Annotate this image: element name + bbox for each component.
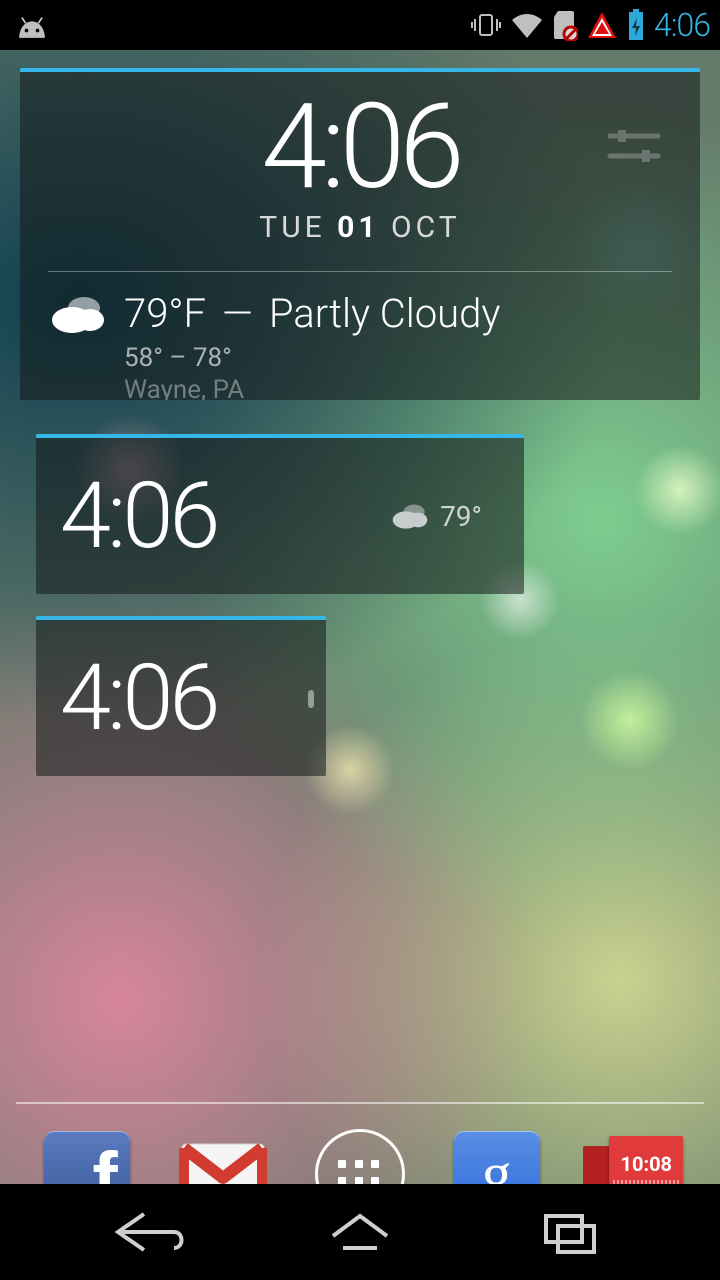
widget-medium-temp: 79°	[440, 500, 482, 533]
status-bar: 4:06	[0, 0, 720, 50]
vibrate-icon	[470, 9, 502, 41]
navigation-bar	[0, 1184, 720, 1280]
clock-widget-small[interactable]: 4:06	[36, 616, 326, 776]
home-button[interactable]	[300, 1202, 420, 1262]
android-notification-icon	[10, 10, 54, 40]
widget-divider	[48, 271, 672, 272]
weather-sep: —	[222, 290, 253, 337]
widget-medium-weather: 79°	[390, 500, 482, 533]
weather-range: 58° – 78°	[124, 343, 672, 373]
back-button[interactable]	[90, 1202, 210, 1262]
status-right: 4:06	[470, 6, 710, 44]
dock-divider	[16, 1102, 704, 1104]
partly-cloudy-icon	[390, 501, 430, 531]
clock-weather-widget-large[interactable]: 4:06 TUE 01 OCT 79°F — Partly Cloudy	[20, 68, 700, 400]
weather-location: Wayne, PA	[124, 375, 672, 400]
status-left	[10, 10, 54, 40]
widget-medium-time: 4:06	[60, 463, 216, 570]
widget-small-time: 4:06	[60, 645, 216, 752]
battery-charging-icon	[626, 8, 646, 42]
wifi-icon	[510, 10, 544, 40]
weather-desc: Partly Cloudy	[269, 290, 501, 337]
widget-large-time: 4:06	[261, 78, 458, 216]
equalizer-settings-icon[interactable]	[606, 124, 662, 172]
weather-temp: 79°F	[124, 290, 206, 337]
status-clock: 4:06	[654, 6, 710, 44]
warning-icon	[586, 10, 618, 40]
home-screen[interactable]: 4:06 TUE 01 OCT 79°F — Partly Cloudy	[0, 50, 720, 1184]
recents-button[interactable]	[510, 1202, 630, 1262]
resize-handle-icon	[308, 690, 314, 708]
partly-cloudy-icon	[48, 292, 108, 336]
clock-weather-widget-medium[interactable]: 4:06 79°	[36, 434, 524, 594]
sd-blocked-icon	[552, 9, 578, 41]
widget-large-weather[interactable]: 79°F — Partly Cloudy	[48, 290, 672, 337]
